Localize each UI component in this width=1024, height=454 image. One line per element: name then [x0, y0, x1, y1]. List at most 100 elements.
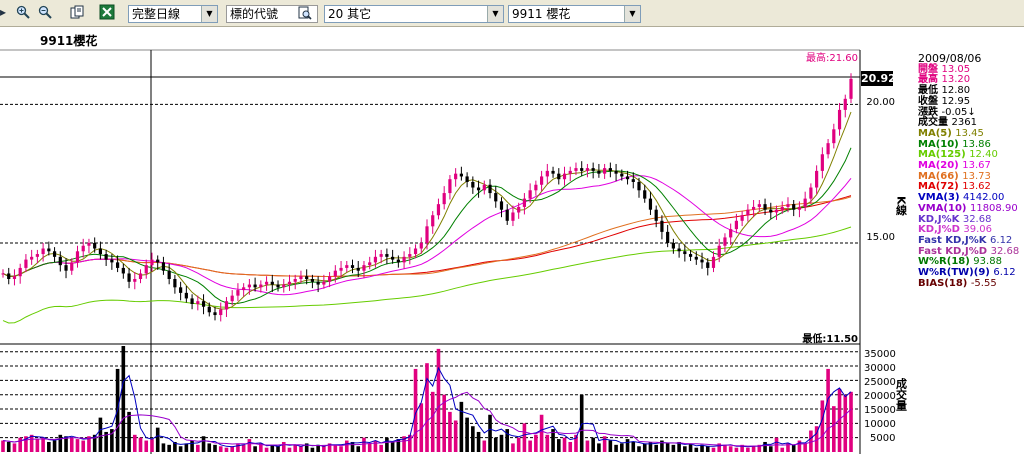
candle-body	[774, 209, 779, 213]
info-label: VMA(3)	[918, 192, 964, 204]
volume-bar	[322, 446, 326, 452]
candle-body	[734, 220, 739, 230]
candle-body	[620, 173, 624, 177]
candle-body	[465, 176, 469, 182]
volume-bar	[241, 444, 246, 452]
info-value: 12.95	[941, 95, 971, 107]
candle-body	[373, 256, 378, 263]
info-label: MA(66)	[918, 170, 963, 182]
volume-bar	[12, 443, 17, 452]
candle-body	[385, 254, 389, 257]
info-value: 39.06	[963, 224, 993, 236]
candle-body	[843, 98, 847, 110]
volume-bar	[310, 447, 315, 452]
candle-body	[603, 168, 607, 174]
candle-body	[849, 78, 853, 99]
volume-bar	[849, 391, 853, 452]
volume-bar	[803, 443, 807, 452]
volume-bar	[98, 417, 103, 452]
candle-body	[247, 284, 251, 288]
candle-body	[287, 281, 292, 285]
volume-bar	[625, 439, 630, 452]
candle-body	[224, 301, 229, 310]
candle-body	[356, 267, 360, 271]
candle-body	[259, 284, 263, 288]
candle-body	[408, 254, 412, 257]
price-tick-15: 15.00	[866, 232, 895, 243]
volume-bar	[81, 440, 86, 452]
chart[interactable]: 20.00 15.00 K線 最高:21.60 最低:11.50 35000 3…	[0, 0, 1024, 454]
candle-body	[815, 170, 819, 188]
volume-bar	[356, 446, 361, 452]
candle-body	[93, 242, 97, 249]
candle-body	[671, 242, 675, 249]
candle-body	[677, 248, 681, 252]
candle-body	[201, 301, 206, 307]
info-value: 13.20	[941, 74, 971, 86]
info-label: Fast KD,J%K	[918, 234, 991, 246]
volume-bar	[723, 444, 727, 452]
candle-body	[643, 190, 647, 199]
candle-body	[184, 292, 188, 299]
volume-bar	[236, 443, 240, 452]
volume-bar	[293, 444, 298, 452]
candle-body	[711, 256, 716, 268]
candle-body	[350, 265, 355, 268]
candle-body	[173, 279, 177, 288]
candle-body	[803, 198, 807, 207]
volume-bar	[459, 401, 464, 452]
volume-tick-20000: 20000	[864, 391, 896, 402]
info-value: -5.55	[970, 277, 997, 289]
volume-bar	[763, 441, 767, 452]
volume-bar	[511, 443, 515, 452]
volume-bar	[820, 400, 825, 452]
candle-body	[213, 312, 217, 316]
candle-body	[522, 198, 527, 207]
volume-bar	[190, 440, 194, 452]
volume-bar	[29, 434, 34, 452]
volume-bar	[35, 439, 40, 452]
volume-bar	[591, 437, 595, 452]
candle-body	[488, 184, 492, 194]
volume-bar	[568, 441, 573, 452]
info-value: 6.12	[990, 234, 1013, 246]
candle-body	[666, 231, 670, 243]
info-label: 最低	[918, 85, 942, 97]
candle-body	[528, 190, 532, 199]
candle-body	[740, 215, 744, 221]
volume-bar	[213, 444, 217, 452]
info-label: MA(5)	[918, 127, 956, 139]
candle-body	[431, 215, 435, 227]
candle-body	[688, 254, 693, 257]
volume-bar	[218, 446, 223, 452]
volume-bar	[843, 394, 848, 452]
candle-body	[625, 176, 630, 180]
volume-bar	[276, 446, 280, 452]
candle-body	[41, 248, 45, 255]
volume-bar	[264, 447, 269, 452]
info-value: 12.80	[941, 85, 971, 97]
candle-body	[448, 179, 452, 194]
volume-bar	[471, 426, 475, 452]
candle-body	[293, 279, 297, 282]
candle-body	[230, 295, 234, 302]
candle-body	[459, 173, 463, 177]
candle-body	[322, 281, 326, 285]
volume-bar	[539, 414, 544, 452]
volume-bar	[196, 444, 200, 452]
volume-bar	[138, 437, 143, 452]
candle-body	[333, 270, 337, 277]
candle-body	[310, 279, 315, 282]
volume-bar	[184, 443, 189, 452]
candle-body	[471, 181, 475, 188]
volume-bar	[705, 446, 710, 452]
volume-bar	[333, 444, 338, 452]
candle-body	[35, 254, 39, 257]
candle-body	[75, 251, 80, 263]
volume-bar	[161, 443, 166, 452]
candle-body	[219, 309, 223, 316]
volume-bar	[516, 437, 521, 452]
candle-body	[299, 276, 303, 280]
candle-body	[505, 209, 509, 221]
volume-bar	[47, 441, 51, 452]
